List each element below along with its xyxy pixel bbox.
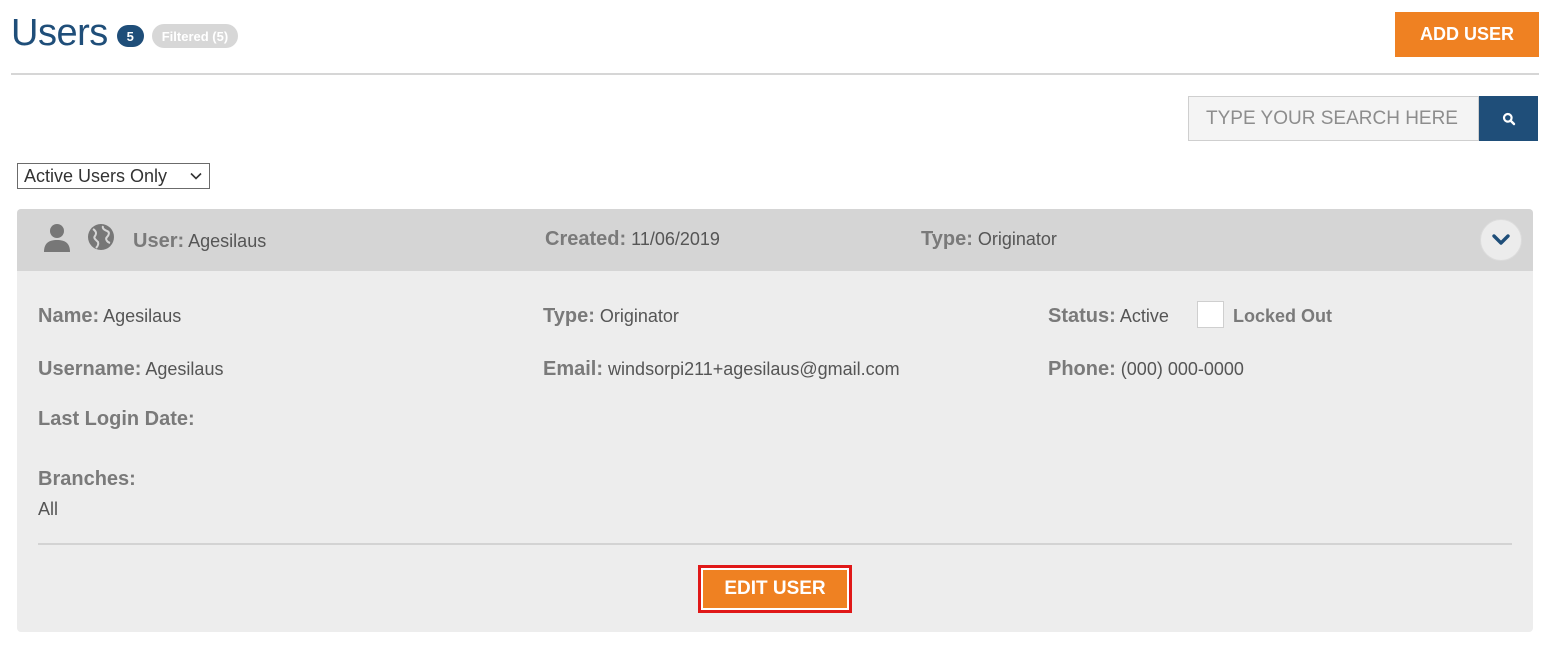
header-user-value: Agesilaus bbox=[188, 231, 267, 251]
email-label: Email: bbox=[543, 358, 604, 380]
header-type-value: Originator bbox=[977, 229, 1057, 249]
page-title: Users bbox=[11, 12, 108, 54]
name-value: Agesilaus bbox=[103, 306, 182, 326]
header-type-label: Type: bbox=[921, 228, 973, 250]
email-field: Email: windsorpi211+agesilaus@gmail.com bbox=[543, 358, 900, 381]
type-value: Originator bbox=[599, 306, 679, 326]
collapse-button[interactable] bbox=[1480, 219, 1522, 261]
card-divider bbox=[38, 543, 1512, 545]
user-card-header[interactable]: User: Agesilaus Created: 11/06/2019 Type… bbox=[17, 209, 1533, 271]
status-value: Active bbox=[1119, 306, 1169, 326]
edit-user-button-label: EDIT USER bbox=[703, 570, 847, 608]
phone-value: (000) 000-0000 bbox=[1120, 359, 1244, 379]
chevron-down-icon bbox=[1492, 234, 1510, 245]
search-input[interactable] bbox=[1188, 96, 1479, 141]
user-status-select-value: Active Users Only bbox=[24, 165, 168, 186]
branches-label: Branches: bbox=[38, 468, 136, 490]
status-label: Status: bbox=[1048, 305, 1116, 327]
user-count-badge: 5 bbox=[116, 25, 144, 47]
name-label: Name: bbox=[38, 305, 100, 327]
type-label: Type: bbox=[543, 305, 595, 327]
email-value: windsorpi211+agesilaus@gmail.com bbox=[608, 359, 900, 379]
branches-value: All bbox=[38, 499, 59, 519]
user-card: User: Agesilaus Created: 11/06/2019 Type… bbox=[17, 209, 1533, 632]
header-created-value: 11/06/2019 bbox=[631, 229, 720, 249]
page-header: Users 5 Filtered (5) bbox=[11, 8, 239, 58]
username-value: Agesilaus bbox=[145, 359, 224, 379]
phone-label: Phone: bbox=[1048, 358, 1116, 380]
phone-field: Phone: (000) 000-0000 bbox=[1048, 358, 1244, 381]
user-status-select[interactable]: Active Users Only bbox=[17, 163, 210, 189]
status-field: Status: Active bbox=[1048, 305, 1169, 328]
type-field: Type: Originator bbox=[543, 305, 679, 328]
filter-badge: Filtered (5) bbox=[151, 24, 239, 48]
header-user-field: User: Agesilaus bbox=[133, 230, 266, 253]
globe-icon bbox=[88, 224, 114, 250]
title-divider bbox=[11, 73, 1539, 75]
add-user-button[interactable]: ADD USER bbox=[1395, 12, 1539, 57]
header-type-field: Type: Originator bbox=[921, 228, 1057, 251]
user-icon bbox=[44, 224, 70, 252]
header-created-label: Created: bbox=[545, 228, 627, 250]
chevron-down-icon bbox=[190, 172, 202, 180]
header-user-label: User: bbox=[133, 230, 185, 252]
username-label: Username: bbox=[38, 358, 142, 380]
edit-user-button[interactable]: EDIT USER bbox=[698, 565, 852, 613]
locked-out-label: Locked Out bbox=[1233, 306, 1333, 326]
search-button[interactable] bbox=[1479, 96, 1538, 141]
locked-out-checkbox[interactable] bbox=[1197, 301, 1224, 328]
name-field: Name: Agesilaus bbox=[38, 305, 181, 328]
last-login-label: Last Login Date: bbox=[38, 408, 195, 430]
search-icon bbox=[1502, 112, 1515, 125]
username-field: Username: Agesilaus bbox=[38, 358, 223, 381]
search-bar bbox=[1188, 96, 1538, 141]
header-created-field: Created: 11/06/2019 bbox=[545, 228, 720, 251]
